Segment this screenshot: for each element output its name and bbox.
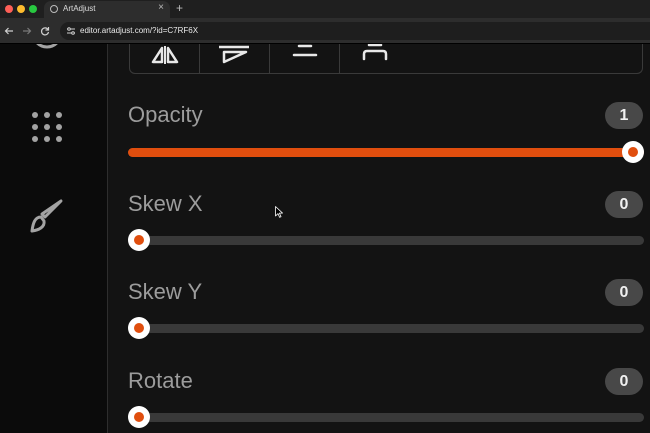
address-bar: editor.artadjust.com/?id=C7RF6X [0, 18, 650, 44]
reload-icon[interactable] [40, 26, 50, 36]
back-arrow-icon[interactable] [4, 26, 14, 36]
mouse-pointer-icon [275, 206, 283, 218]
adjust-panel: Opacity 1 Skew X 0 Skew Y 0 Rotate 0 [108, 44, 650, 433]
align-slant-icon [219, 45, 249, 64]
skew-y-value-badge: 0 [605, 279, 643, 306]
maximize-window-button[interactable] [29, 5, 37, 13]
skew-y-label: Skew Y [128, 279, 203, 304]
url-field[interactable]: editor.artadjust.com/?id=C7RF6X [60, 22, 650, 40]
skew-y-slider[interactable] [128, 317, 644, 339]
close-window-button[interactable] [5, 5, 13, 13]
align-slant-button[interactable] [200, 44, 270, 73]
sidebar [0, 44, 108, 433]
tab-title: ArtAdjust [63, 4, 96, 13]
brush-icon[interactable] [28, 198, 64, 234]
opacity-value-badge: 1 [605, 102, 643, 129]
flip-horizontal-button[interactable] [130, 44, 200, 73]
browser-tabstrip: ArtAdjust × + [0, 0, 650, 18]
opacity-slider-thumb[interactable] [622, 141, 644, 163]
rotate-label: Rotate [128, 368, 193, 393]
url-text: editor.artadjust.com/?id=C7RF6X [80, 26, 199, 35]
flip-horizontal-icon [151, 46, 179, 64]
alignment-toolbar [129, 44, 643, 74]
opacity-slider-fill [128, 148, 644, 157]
globe-icon [50, 5, 58, 13]
rotate-slider-thumb[interactable] [128, 406, 150, 428]
align-top-icon [362, 44, 388, 61]
align-center-button[interactable] [270, 44, 340, 73]
skew-x-value-badge: 0 [605, 191, 643, 218]
skew-x-label: Skew X [128, 191, 203, 216]
opacity-slider[interactable] [128, 141, 644, 163]
browser-tab[interactable]: ArtAdjust × [44, 1, 170, 18]
opacity-label: Opacity [128, 102, 203, 127]
rotate-slider[interactable] [128, 406, 644, 428]
align-center-icon [292, 44, 318, 57]
apps-grid-icon[interactable] [31, 111, 63, 143]
skew-x-slider[interactable] [128, 229, 644, 251]
tab-close-button[interactable]: × [158, 2, 164, 13]
minimize-window-button[interactable] [17, 5, 25, 13]
forward-arrow-icon[interactable] [22, 26, 32, 36]
target-icon[interactable] [30, 44, 64, 56]
align-top-button[interactable] [340, 44, 410, 73]
skew-y-slider-thumb[interactable] [128, 317, 150, 339]
new-tab-button[interactable]: + [176, 1, 183, 15]
site-settings-icon[interactable] [66, 26, 76, 36]
rotate-value-badge: 0 [605, 368, 643, 395]
skew-x-slider-thumb[interactable] [128, 229, 150, 251]
